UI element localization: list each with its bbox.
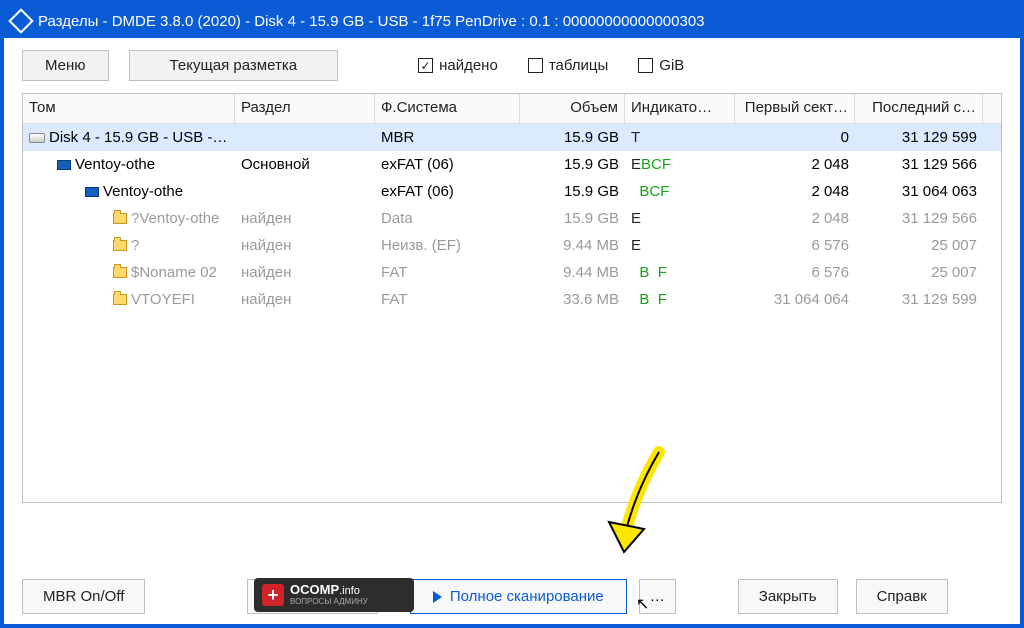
more-button[interactable]: … (639, 579, 676, 614)
table-row[interactable]: Ventoy-othe exFAT (06)15.9 GB BCF2 04831 … (23, 178, 1001, 205)
table-row[interactable]: Disk 4 - 15.9 GB - USB -… MBR15.9 GBT031 … (23, 124, 1001, 151)
last-sector: 25 007 (855, 261, 983, 284)
col-volume[interactable]: Том (23, 94, 235, 123)
filesystem: exFAT (06) (375, 153, 520, 176)
partition-type: найден (235, 261, 375, 284)
menu-button[interactable]: Меню (22, 50, 109, 81)
volume-name: Ventoy-othe (75, 156, 155, 173)
last-sector: 25 007 (855, 234, 983, 257)
checkbox-icon (638, 58, 653, 73)
first-sector: 6 576 (735, 234, 855, 257)
app-icon (8, 8, 33, 33)
filesystem: FAT (375, 288, 520, 311)
toolbar: Меню Текущая разметка ✓найдено таблицы G… (4, 38, 1020, 89)
partition-table: Том Раздел Ф.Система Объем Индикато… Пер… (22, 93, 1002, 503)
size: 9.44 MB (520, 261, 625, 284)
checkbox-icon: ✓ (418, 58, 433, 73)
last-sector: 31 129 599 (855, 288, 983, 311)
first-sector: 0 (735, 126, 855, 149)
last-sector: 31 064 063 (855, 180, 983, 203)
partition-type: найден (235, 234, 375, 257)
filesystem: Data (375, 207, 520, 230)
chk-tables[interactable]: таблицы (528, 57, 608, 74)
filesystem: FAT (375, 261, 520, 284)
open-volume-button[interactable]: Открыть том (247, 579, 377, 614)
first-sector: 6 576 (735, 261, 855, 284)
indicators: E (625, 234, 735, 257)
indicators: T (625, 126, 735, 149)
current-layout-button[interactable]: Текущая разметка (129, 50, 339, 81)
col-last-sector[interactable]: Последний с… (855, 94, 983, 123)
close-button[interactable]: Закрыть (738, 579, 838, 614)
last-sector: 31 129 566 (855, 207, 983, 230)
indicators: E (625, 207, 735, 230)
volume-name: Disk 4 - 15.9 GB - USB -… (49, 129, 227, 146)
last-sector: 31 129 599 (855, 126, 983, 149)
full-scan-button[interactable]: Полное сканирование (410, 579, 627, 614)
table-row[interactable]: Ventoy-othe ОсновнойexFAT (06)15.9 GBEBCF… (23, 151, 1001, 178)
footer-buttons: MBR On/Off Открыть том Полное сканирован… (22, 579, 1020, 614)
size: 9.44 MB (520, 234, 625, 257)
volume-name: VTOYEFI (131, 291, 195, 308)
size: 15.9 GB (520, 207, 625, 230)
help-button[interactable]: Справк (856, 579, 948, 614)
size: 33.6 MB (520, 288, 625, 311)
volume-name: $Noname 02 (131, 264, 217, 281)
indicators: B F (625, 261, 735, 284)
first-sector: 2 048 (735, 207, 855, 230)
volume-name: Ventoy-othe (103, 183, 183, 200)
size: 15.9 GB (520, 153, 625, 176)
chk-gib[interactable]: GiB (638, 57, 684, 74)
volume-name: ?Ventoy-othe (131, 210, 219, 227)
table-body: Disk 4 - 15.9 GB - USB -…MBR15.9 GBT031 … (23, 124, 1001, 313)
last-sector: 31 129 566 (855, 153, 983, 176)
filesystem: exFAT (06) (375, 180, 520, 203)
checkbox-icon (528, 58, 543, 73)
indicators: B F (625, 288, 735, 311)
table-row[interactable]: $Noname 02 найденFAT9.44 MB B F6 57625 00… (23, 259, 1001, 286)
play-icon (433, 591, 442, 603)
partition-type: Основной (235, 153, 375, 176)
col-first-sector[interactable]: Первый сект… (735, 94, 855, 123)
first-sector: 2 048 (735, 180, 855, 203)
partition-type (235, 189, 375, 195)
col-size[interactable]: Объем (520, 94, 625, 123)
table-header: Том Раздел Ф.Система Объем Индикато… Пер… (23, 94, 1001, 124)
size: 15.9 GB (520, 180, 625, 203)
table-row[interactable]: ? найденНеизв. (EF)9.44 MBE6 57625 007 (23, 232, 1001, 259)
first-sector: 2 048 (735, 153, 855, 176)
partition-type: найден (235, 207, 375, 230)
volume-name: ? (131, 237, 139, 254)
table-row[interactable]: ?Ventoy-othe найденData15.9 GBE2 04831 12… (23, 205, 1001, 232)
indicators: EBCF (625, 153, 735, 176)
indicators: BCF (625, 180, 735, 203)
col-partition[interactable]: Раздел (235, 94, 375, 123)
checkbox-group: ✓найдено таблицы GiB (418, 57, 684, 74)
filesystem: Неизв. (EF) (375, 234, 520, 257)
chk-found[interactable]: ✓найдено (418, 57, 498, 74)
first-sector: 31 064 064 (735, 288, 855, 311)
col-indicators[interactable]: Индикато… (625, 94, 735, 123)
table-row[interactable]: VTOYEFI найденFAT33.6 MB B F31 064 06431 … (23, 286, 1001, 313)
partition-type (235, 135, 375, 141)
titlebar: Разделы - DMDE 3.8.0 (2020) - Disk 4 - 1… (4, 4, 1020, 38)
window-title: Разделы - DMDE 3.8.0 (2020) - Disk 4 - 1… (38, 13, 705, 30)
mbr-onoff-button[interactable]: MBR On/Off (22, 579, 145, 614)
filesystem: MBR (375, 126, 520, 149)
size: 15.9 GB (520, 126, 625, 149)
partition-type: найден (235, 288, 375, 311)
col-fs[interactable]: Ф.Система (375, 94, 520, 123)
